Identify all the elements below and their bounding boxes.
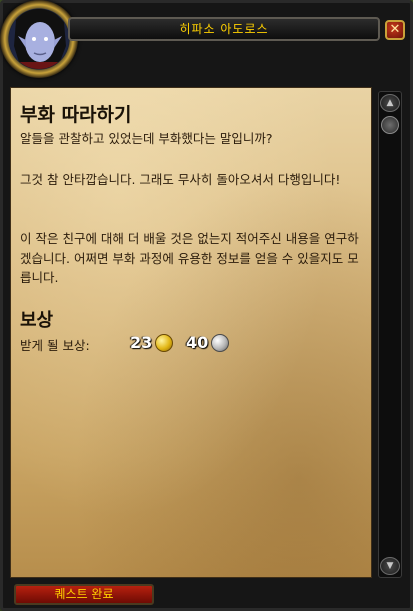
gold-coin-icon: [155, 333, 174, 352]
npc-portrait: [0, 0, 78, 78]
quest-paragraph-1: 알들을 관찰하고 있었는데 부화했다는 말입니까?: [20, 131, 273, 146]
silver-amount: 40: [186, 333, 209, 352]
complete-quest-button[interactable]: 퀘스트 완료: [14, 584, 154, 605]
silver-coin-icon: [211, 333, 230, 352]
quest-paragraph-2: 그것 참 안타깝습니다. 그래도 무사히 돌아오셔서 다행입니다!: [20, 172, 341, 187]
scroll-up-arrow-icon[interactable]: ▲: [380, 94, 400, 112]
npc-portrait-icon: [9, 9, 69, 69]
close-button[interactable]: ✕: [385, 20, 405, 40]
scroll-thumb[interactable]: [381, 116, 399, 134]
gold-amount: 23: [130, 333, 153, 352]
gold-reward: 23: [130, 333, 174, 352]
quest-paragraph-3: 이 작은 친구에 대해 더 배울 것은 없는지 적어주신 내용을 연구하겠습니다…: [20, 231, 359, 285]
npc-name-title: 히파소 아도로스: [68, 17, 380, 41]
scrollbar[interactable]: ▲ ▼: [378, 91, 402, 578]
silver-reward: 40: [186, 333, 230, 352]
reward-label: 받게 될 보상:: [20, 338, 90, 353]
rewards-heading: 보상: [20, 310, 54, 331]
quest-title: 부화 따라하기: [20, 104, 132, 126]
scroll-down-arrow-icon[interactable]: ▼: [380, 557, 400, 575]
